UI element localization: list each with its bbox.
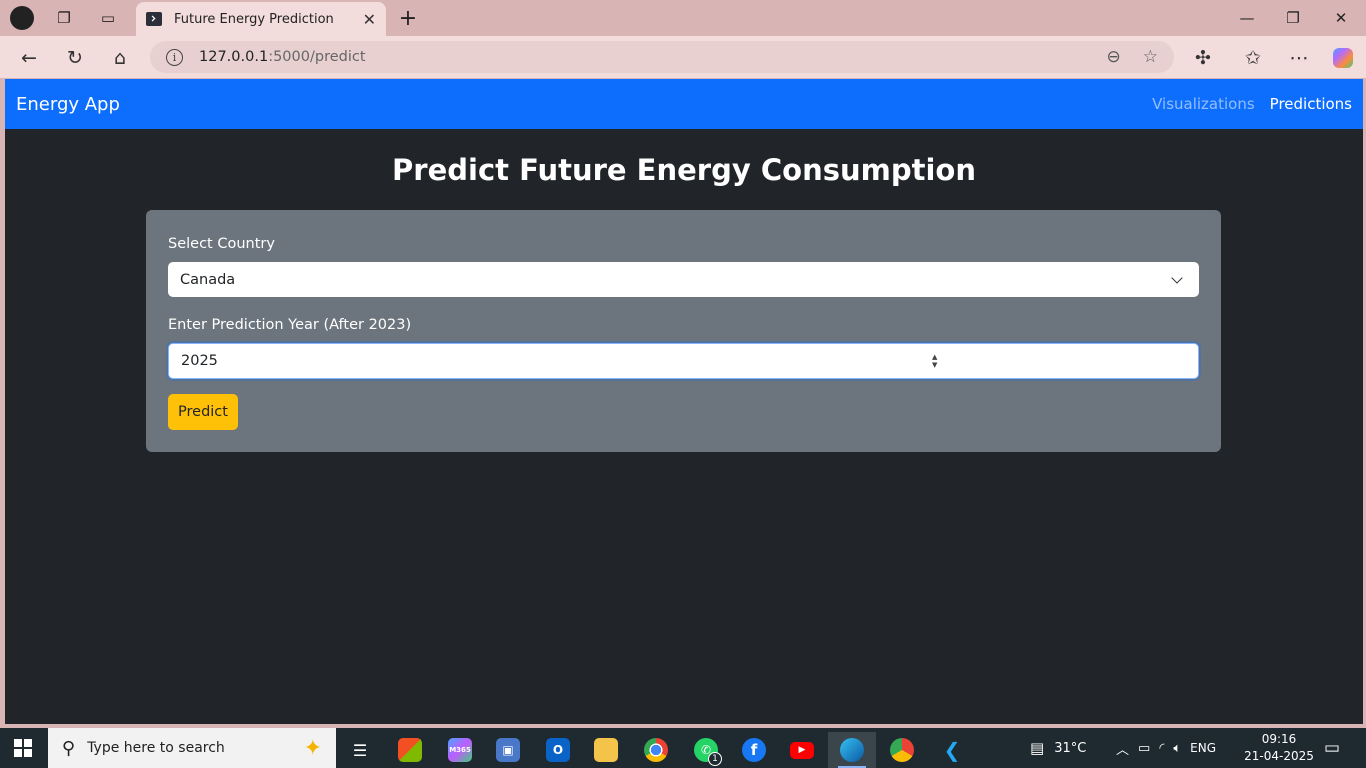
taskbar: ⚲ Type here to search ✦ ☰ M365 ▣ O ✆ 1 f… — [0, 728, 1366, 768]
search-placeholder: Type here to search — [87, 740, 225, 756]
minimize-icon[interactable]: — — [1224, 4, 1270, 32]
profile-avatar[interactable] — [10, 6, 34, 30]
window-close-icon[interactable]: ✕ — [1318, 4, 1364, 32]
clock-date: 21-04-2025 — [1244, 749, 1314, 763]
vscode-icon[interactable]: ❮ — [930, 732, 974, 768]
search-icon: ⚲ — [62, 737, 76, 759]
browser-tab[interactable]: Future Energy Prediction ✕ — [136, 2, 386, 36]
favorites-icon[interactable]: ✩ — [1239, 44, 1267, 72]
whatsapp-badge: 1 — [708, 752, 722, 766]
country-selected-value: Canada — [180, 271, 236, 288]
windows-start-icon[interactable] — [14, 739, 32, 757]
url-path: :5000/predict — [268, 49, 366, 65]
task-view-icon[interactable]: ☰ — [338, 732, 382, 768]
page-viewport: Energy App Visualizations Predictions Pr… — [5, 79, 1363, 724]
page-title: Predict Future Energy Consumption — [392, 153, 976, 187]
year-value: 2025 — [181, 353, 218, 369]
chevron-up-icon[interactable]: ︿ — [1116, 739, 1129, 758]
browser-toolbar: ← ↻ ⌂ i 127.0.0.1:5000/predict ⊖ ☆ ✣ ✩ ⋯ — [0, 36, 1366, 78]
tab-close-icon[interactable]: ✕ — [363, 10, 376, 29]
url-text[interactable]: 127.0.0.1:5000/predict — [199, 49, 1085, 65]
edge-icon[interactable] — [828, 732, 876, 768]
number-spinner-icon[interactable]: ▲ ▼ — [684, 353, 1187, 369]
m365-label: M365 — [448, 738, 472, 762]
facebook-icon[interactable]: f — [732, 732, 776, 768]
taskbar-search[interactable]: ⚲ Type here to search ✦ — [48, 728, 336, 768]
notifications-icon[interactable]: ▭ — [1324, 728, 1340, 768]
clock-time: 09:16 — [1261, 732, 1297, 746]
prediction-form-card: Select Country Canada Enter Prediction Y… — [146, 210, 1221, 452]
workspaces-icon[interactable]: ❐ — [52, 6, 76, 30]
predict-button[interactable]: Predict — [168, 394, 238, 430]
tab-title: Future Energy Prediction — [174, 11, 334, 27]
country-select[interactable]: Canada — [168, 262, 1199, 297]
chrome-profile-icon[interactable] — [880, 732, 924, 768]
country-label: Select Country — [168, 236, 275, 252]
chrome-icon[interactable] — [634, 732, 678, 768]
wifi-icon[interactable]: ◜ — [1159, 741, 1164, 756]
year-input[interactable]: 2025 ▲ ▼ — [168, 343, 1199, 379]
chevron-down-icon — [1171, 271, 1183, 284]
volume-icon[interactable]: 🔈︎ — [1173, 741, 1181, 756]
microsoft-store-icon[interactable] — [388, 732, 432, 768]
taskbar-clock[interactable]: 09:16 21-04-2025 — [1244, 731, 1314, 765]
weather-icon: ▤ — [1030, 739, 1045, 757]
home-icon[interactable]: ⌂ — [106, 44, 134, 72]
file-explorer-icon[interactable] — [584, 732, 628, 768]
favorite-star-icon[interactable]: ☆ — [1143, 47, 1158, 67]
nav-visualizations[interactable]: Visualizations — [1152, 95, 1255, 113]
outlook-icon[interactable]: O — [536, 732, 580, 768]
restore-icon[interactable]: ❐ — [1270, 4, 1316, 32]
system-tray: ︿ ▭ ◜ 🔈︎ ENG — [1116, 728, 1216, 768]
vertical-tabs-icon[interactable]: ▭ — [96, 6, 120, 30]
weather-temp: 31°C — [1054, 740, 1087, 756]
zoom-icon[interactable]: ⊖ — [1107, 47, 1121, 67]
extensions-icon[interactable]: ✣ — [1189, 44, 1217, 72]
address-bar[interactable]: i 127.0.0.1:5000/predict ⊖ ☆ — [150, 41, 1174, 73]
more-icon[interactable]: ⋯ — [1285, 44, 1313, 72]
refresh-icon[interactable]: ↻ — [61, 44, 89, 72]
language-indicator[interactable]: ENG — [1190, 741, 1216, 755]
whatsapp-icon[interactable]: ✆ 1 — [684, 732, 728, 768]
new-tab-icon[interactable]: + — [396, 6, 420, 31]
weather-widget[interactable]: ▤ 31°C — [1030, 728, 1086, 768]
url-host: 127.0.0.1 — [199, 49, 269, 65]
brand-link[interactable]: Energy App — [16, 94, 1137, 115]
year-label: Enter Prediction Year (After 2023) — [168, 317, 412, 333]
copilot-sparkle-icon: ✦ — [303, 735, 322, 761]
m365-icon[interactable]: M365 — [438, 732, 482, 768]
remote-desktop-icon[interactable]: ▣ — [486, 732, 530, 768]
browser-titlebar: ❐ ▭ Future Energy Prediction ✕ + — ❐ ✕ — [0, 0, 1366, 36]
site-info-icon[interactable]: i — [166, 48, 183, 66]
nav-predictions[interactable]: Predictions — [1270, 95, 1352, 113]
back-icon[interactable]: ← — [15, 44, 43, 72]
battery-icon[interactable]: ▭ — [1138, 741, 1150, 756]
copilot-icon[interactable] — [1329, 44, 1357, 72]
terminal-favicon-icon — [146, 12, 162, 26]
youtube-icon[interactable]: ▶ — [780, 732, 824, 768]
app-navbar: Energy App Visualizations Predictions — [5, 79, 1363, 129]
